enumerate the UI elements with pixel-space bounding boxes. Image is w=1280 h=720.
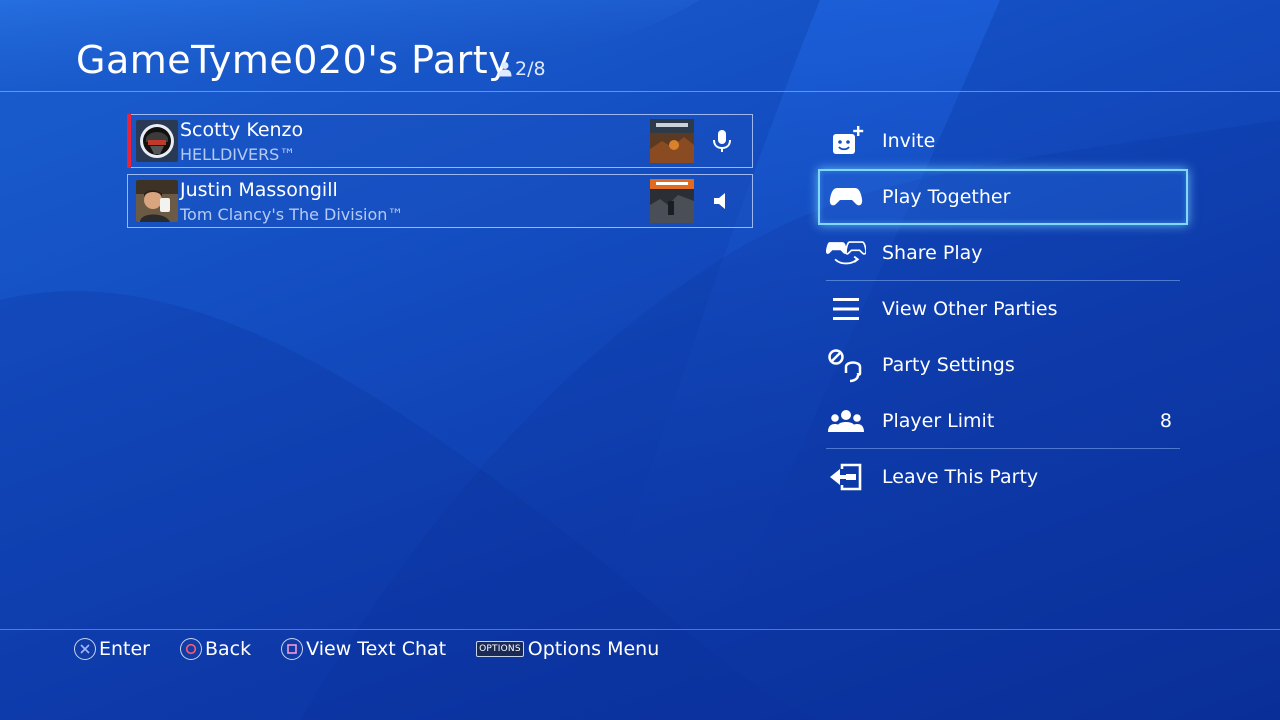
menu-item-player-limit[interactable]: Player Limit 8 [818, 393, 1188, 449]
players-icon [826, 405, 866, 437]
menu-label: Leave This Party [882, 466, 1039, 488]
hint-label: View Text Chat [306, 638, 447, 660]
speaker-icon [708, 187, 736, 215]
menu-item-view-other-parties[interactable]: View Other Parties [818, 281, 1188, 337]
menu-label: View Other Parties [882, 298, 1058, 320]
game-thumbnail [650, 179, 694, 223]
hint-label: Enter [99, 638, 150, 660]
invite-icon [826, 125, 866, 157]
menu-item-invite[interactable]: Invite [818, 113, 1188, 169]
hint-label: Options Menu [527, 638, 660, 660]
member-name: Justin Massongill [180, 179, 338, 201]
party-member-row[interactable]: Scotty Kenzo HELLDIVERS™ [127, 114, 753, 168]
menu-label: Invite [882, 130, 936, 152]
hint-options-menu[interactable]: OPTIONS Options Menu [476, 638, 659, 660]
member-name: Scotty Kenzo [180, 119, 304, 141]
menu-item-leave-party[interactable]: Leave This Party [818, 449, 1188, 505]
list-icon [826, 293, 866, 325]
button-hints: Enter Back View Text Chat OPTIONS Option… [74, 636, 689, 662]
menu-label: Player Limit [882, 410, 995, 432]
share-play-icon [826, 237, 866, 269]
cross-button-icon [74, 638, 96, 660]
leave-icon [826, 461, 866, 493]
menu-item-party-settings[interactable]: Party Settings [818, 337, 1188, 393]
person-icon [498, 62, 512, 77]
options-button-icon: OPTIONS [476, 641, 524, 657]
menu-label: Play Together [882, 186, 1011, 208]
settings-icon [826, 349, 866, 383]
menu-label: Party Settings [882, 354, 1015, 376]
header-divider [0, 91, 1280, 92]
menu-item-share-play[interactable]: Share Play [818, 225, 1188, 281]
party-member-row[interactable]: Justin Massongill Tom Clancy's The Divis… [127, 174, 753, 228]
footer-divider [0, 629, 1280, 630]
microphone-icon [708, 127, 736, 155]
party-title: GameTyme020's Party [76, 38, 512, 82]
member-game: HELLDIVERS™ [180, 145, 296, 164]
host-marker [127, 114, 131, 168]
hint-view-text-chat[interactable]: View Text Chat [281, 638, 446, 660]
controller-icon [826, 181, 866, 213]
member-count-value: 2/8 [515, 58, 546, 80]
party-menu: Invite Play Together Share Play View Oth… [818, 113, 1188, 505]
hint-label: Back [205, 638, 252, 660]
hint-enter[interactable]: Enter [74, 638, 150, 660]
avatar [136, 180, 178, 222]
member-count: 2/8 [498, 58, 546, 80]
menu-item-play-together[interactable]: Play Together [818, 169, 1188, 225]
circle-button-icon [180, 638, 202, 660]
member-game: Tom Clancy's The Division™ [180, 205, 404, 224]
hint-back[interactable]: Back [180, 638, 251, 660]
avatar [136, 120, 178, 162]
square-button-icon [281, 638, 304, 660]
player-limit-value: 8 [1159, 410, 1172, 432]
menu-label: Share Play [882, 242, 983, 264]
game-thumbnail [650, 119, 694, 163]
